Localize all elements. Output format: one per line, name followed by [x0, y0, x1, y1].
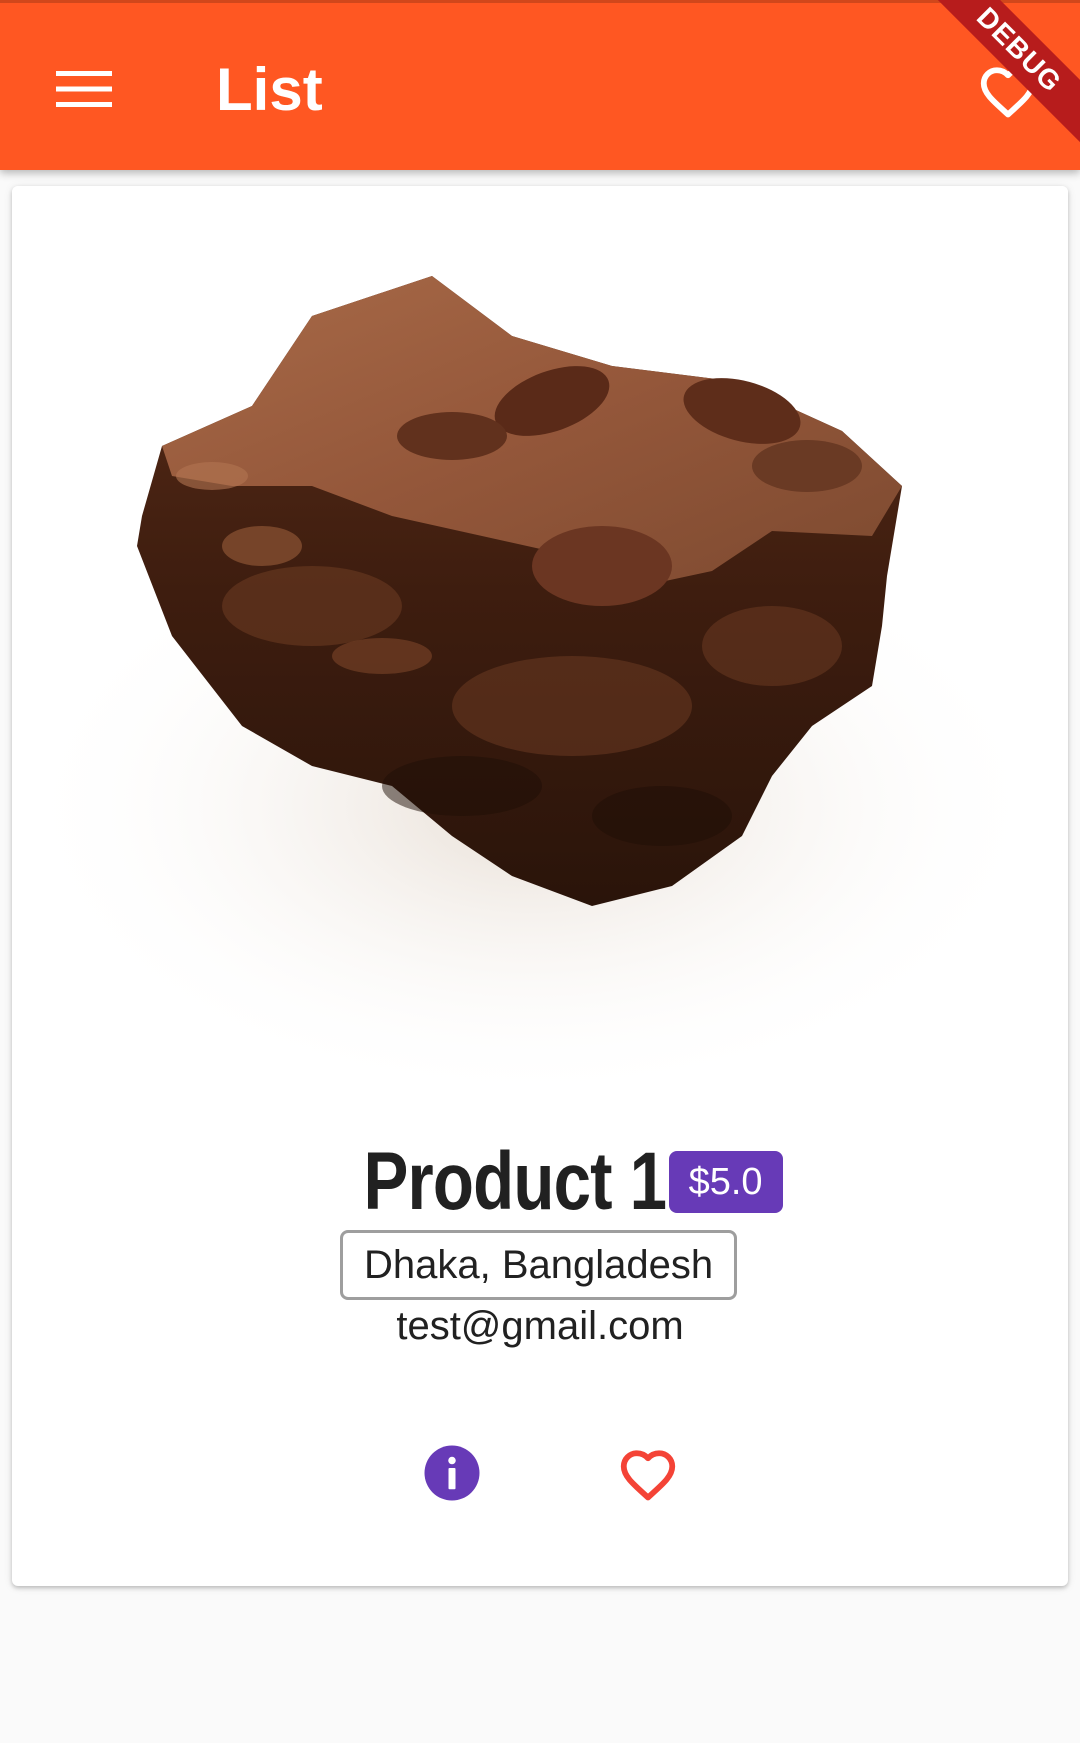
menu-icon — [56, 71, 112, 107]
menu-button[interactable] — [34, 42, 134, 136]
app-bar: List DEBUG — [0, 0, 1080, 170]
location-chip: Dhaka, Bangladesh — [340, 1230, 738, 1300]
product-name: Product 1 — [363, 1136, 668, 1227]
product-image — [12, 186, 1068, 1086]
email-text: test@gmail.com — [396, 1304, 684, 1348]
product-title-row: Product 1 $5.0 — [12, 1132, 1068, 1232]
product-card[interactable]: Product 1 $5.0 Dhaka, Bangladesh test@gm… — [12, 186, 1068, 1586]
favorite-button[interactable] — [608, 1433, 688, 1513]
page-title: List — [216, 56, 323, 123]
heart-outline-icon — [620, 1450, 676, 1501]
price-badge: $5.0 — [668, 1151, 783, 1213]
info-button[interactable] — [412, 1433, 492, 1513]
info-icon — [424, 1445, 480, 1501]
